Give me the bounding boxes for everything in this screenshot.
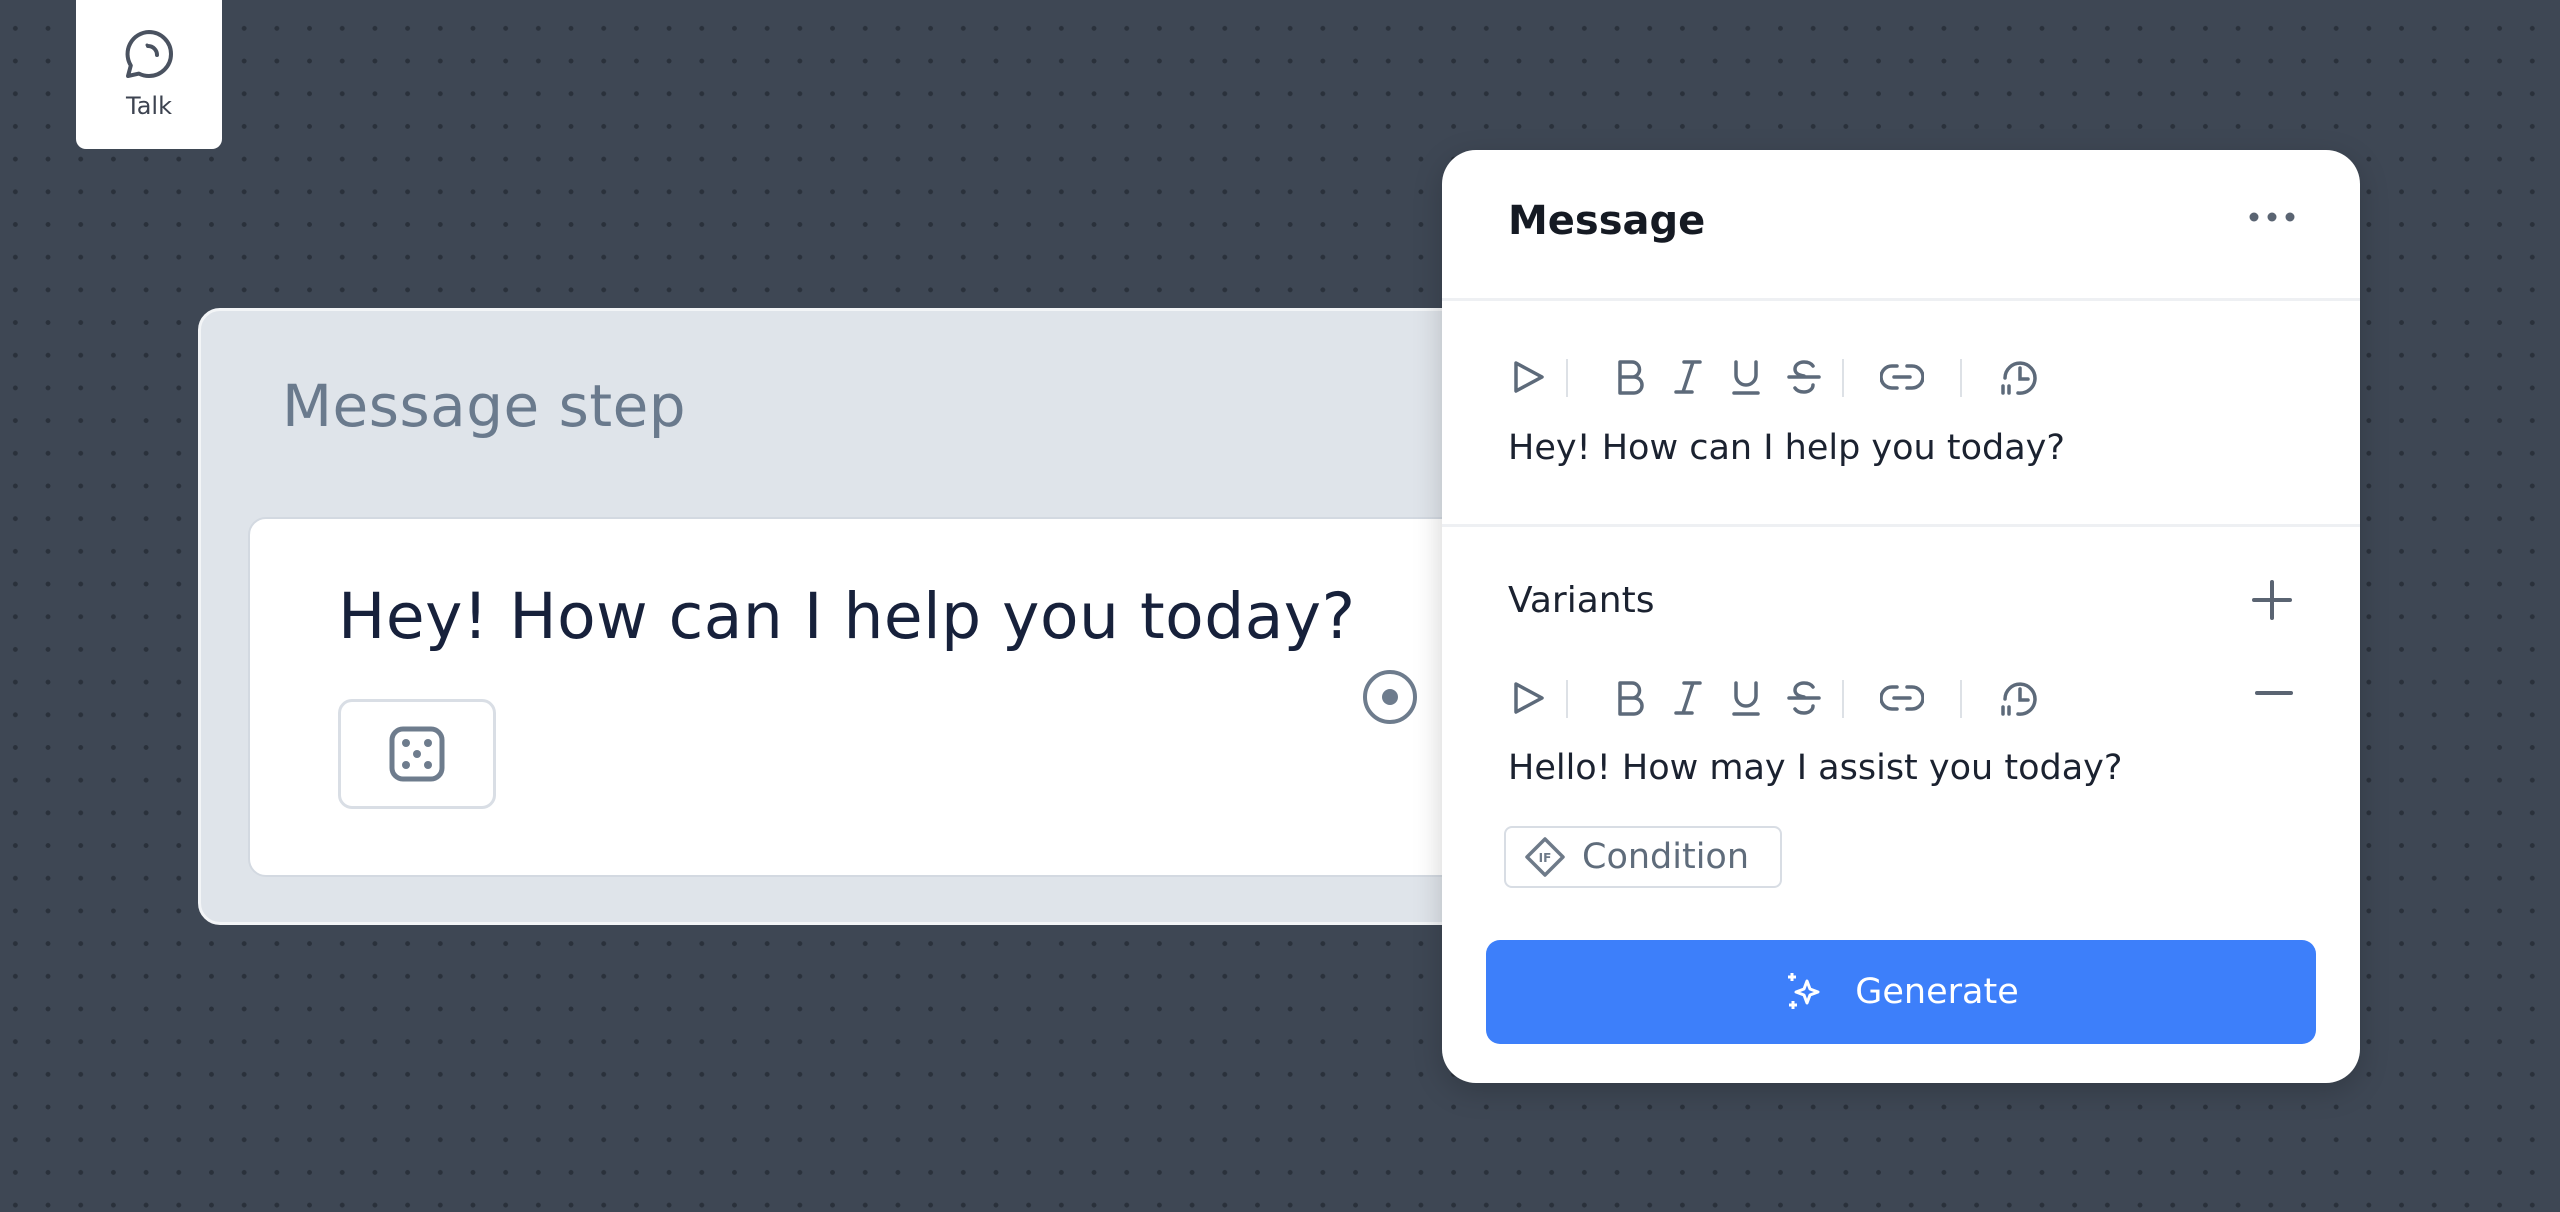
add-variant-button[interactable] bbox=[2250, 578, 2294, 626]
randomize-button[interactable] bbox=[338, 699, 496, 809]
strikethrough-button[interactable] bbox=[1778, 672, 1830, 724]
step-message-card[interactable] bbox=[248, 517, 1548, 877]
play-icon bbox=[1514, 682, 1544, 714]
link-button[interactable] bbox=[1876, 351, 1928, 403]
italic-button[interactable] bbox=[1662, 351, 1714, 403]
variant-text[interactable]: Hello! How may I assist you today? bbox=[1508, 748, 2122, 788]
more-button[interactable] bbox=[2248, 208, 2296, 227]
condition-label: Condition bbox=[1582, 837, 1750, 877]
toolbar-separator bbox=[1960, 359, 1962, 397]
italic-icon bbox=[1674, 681, 1702, 715]
variants-label: Variants bbox=[1508, 580, 1655, 621]
plus-icon bbox=[2252, 580, 2292, 620]
toolbar-separator bbox=[1960, 680, 1962, 718]
italic-button[interactable] bbox=[1662, 672, 1714, 724]
toolbar-separator bbox=[1842, 680, 1844, 718]
bold-button[interactable] bbox=[1604, 672, 1656, 724]
bold-icon bbox=[1618, 681, 1644, 716]
toolbar-separator bbox=[1842, 359, 1844, 397]
dice-icon bbox=[389, 726, 445, 782]
minus-icon bbox=[2255, 691, 2293, 695]
underline-icon bbox=[1732, 360, 1760, 395]
strikethrough-button[interactable] bbox=[1778, 351, 1830, 403]
italic-icon bbox=[1674, 360, 1702, 394]
chat-bubble-icon bbox=[125, 30, 173, 79]
condition-icon: IF bbox=[1525, 837, 1565, 877]
talk-label: Talk bbox=[126, 92, 172, 120]
toolbar-separator bbox=[1566, 359, 1568, 397]
preview-button[interactable] bbox=[1502, 672, 1554, 724]
toolbar-separator bbox=[1566, 680, 1568, 718]
delay-button[interactable] bbox=[1992, 351, 2044, 403]
message-text[interactable]: Hey! How can I help you today? bbox=[1508, 428, 2065, 468]
delay-icon bbox=[2001, 682, 2037, 716]
bold-button[interactable] bbox=[1604, 351, 1656, 403]
link-icon bbox=[1880, 685, 1924, 711]
strikethrough-icon bbox=[1787, 360, 1821, 394]
talk-tab[interactable]: Talk bbox=[76, 0, 222, 149]
condition-button[interactable]: IF Condition bbox=[1504, 826, 1782, 888]
sparkles-icon bbox=[1788, 973, 1820, 1009]
bold-icon bbox=[1618, 360, 1644, 395]
underline-button[interactable] bbox=[1720, 672, 1772, 724]
output-port-icon bbox=[1363, 670, 1417, 724]
message-toolbar bbox=[1508, 351, 2288, 403]
output-port[interactable] bbox=[1361, 668, 1419, 730]
section-divider bbox=[1442, 524, 2360, 527]
preview-button[interactable] bbox=[1502, 351, 1554, 403]
variant-toolbar bbox=[1508, 672, 2288, 724]
step-message-text: Hey! How can I help you today? bbox=[338, 580, 1356, 653]
underline-button[interactable] bbox=[1720, 351, 1772, 403]
play-icon bbox=[1514, 361, 1544, 393]
link-icon bbox=[1880, 364, 1924, 390]
delay-button[interactable] bbox=[1992, 672, 2044, 724]
delay-icon bbox=[2001, 361, 2037, 395]
more-icon bbox=[2249, 212, 2295, 222]
message-editor-panel: Message Hey! How can I help you today? V… bbox=[1442, 150, 2360, 1083]
underline-icon bbox=[1732, 681, 1760, 716]
generate-button[interactable]: Generate bbox=[1486, 940, 2316, 1044]
remove-variant-button[interactable] bbox=[2254, 673, 2294, 717]
panel-title: Message bbox=[1508, 198, 1706, 244]
step-title: Message step bbox=[282, 372, 687, 440]
svg-text:IF: IF bbox=[1539, 851, 1552, 865]
generate-label: Generate bbox=[1855, 972, 2019, 1012]
link-button[interactable] bbox=[1876, 672, 1928, 724]
strikethrough-icon bbox=[1787, 681, 1821, 715]
header-divider bbox=[1442, 298, 2360, 301]
